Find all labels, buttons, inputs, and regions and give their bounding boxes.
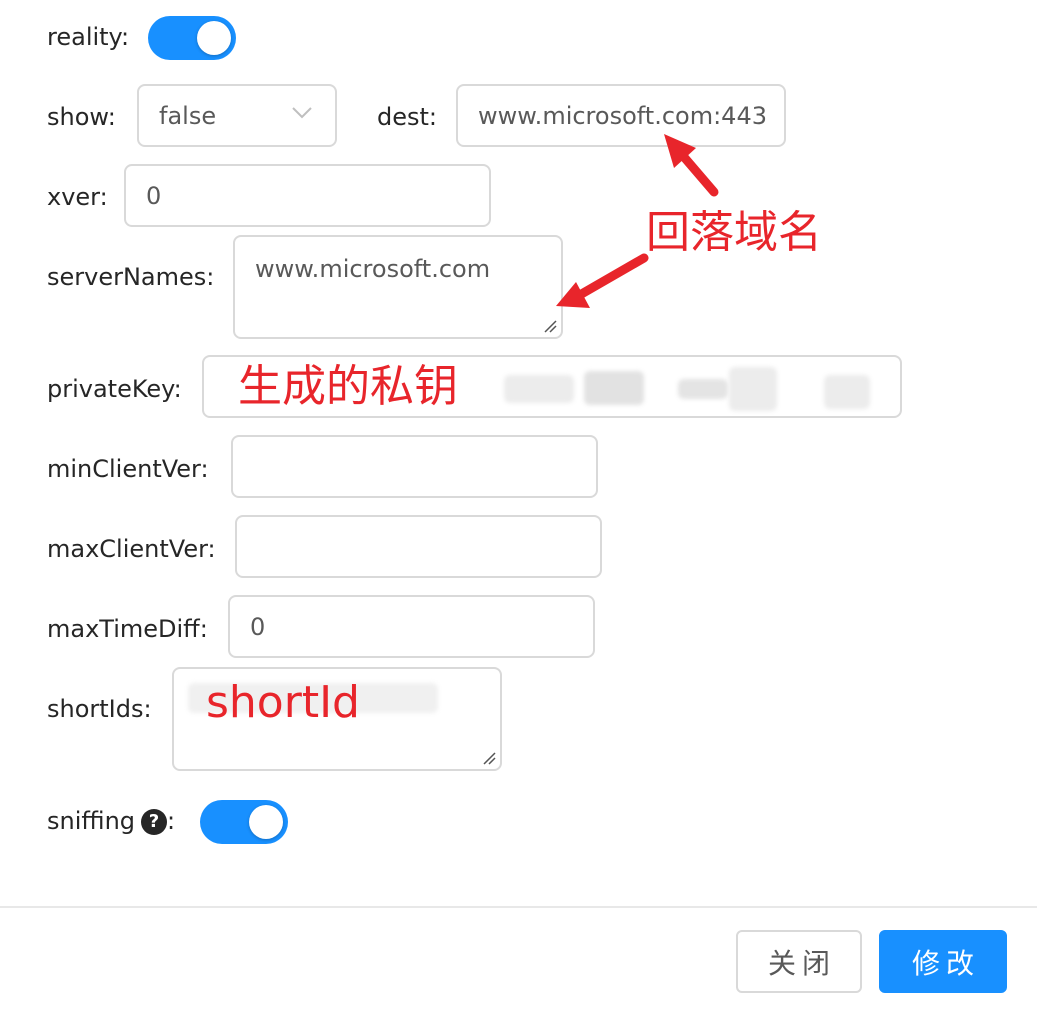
submit-button[interactable]: 修改 xyxy=(879,930,1007,993)
annotation-short-id: shortId xyxy=(206,677,360,728)
footer-divider xyxy=(0,906,1037,908)
annotation-arrows xyxy=(556,134,719,308)
annotation-fallback-domain: 回落域名 xyxy=(646,207,822,258)
annotation-arrow xyxy=(573,253,649,301)
annotation-private-key: 生成的私钥 xyxy=(238,361,458,412)
close-button[interactable]: 关闭 xyxy=(736,930,862,993)
